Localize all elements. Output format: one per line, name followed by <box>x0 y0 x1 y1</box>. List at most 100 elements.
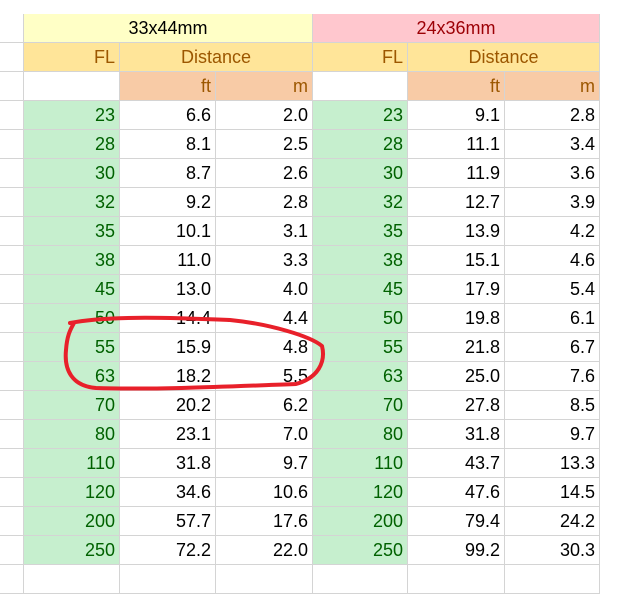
margin-cell[interactable] <box>0 217 24 246</box>
fl-cell-left[interactable]: 200 <box>24 507 120 536</box>
fl-cell-left[interactable]: 35 <box>24 217 120 246</box>
m-cell-left[interactable]: 7.0 <box>216 420 313 449</box>
margin-cell[interactable] <box>0 275 24 304</box>
empty-cell[interactable] <box>24 565 120 594</box>
empty-cell[interactable] <box>216 565 313 594</box>
group-header-33x44[interactable]: 33x44mm <box>24 14 313 43</box>
ft-cell-left[interactable]: 18.2 <box>120 362 216 391</box>
ft-cell-left[interactable]: 8.7 <box>120 159 216 188</box>
fl-cell-right[interactable]: 250 <box>313 536 408 565</box>
margin-cell[interactable] <box>0 304 24 333</box>
fl-cell-right[interactable]: 35 <box>313 217 408 246</box>
margin-cell[interactable] <box>0 420 24 449</box>
fl-cell-left[interactable]: 32 <box>24 188 120 217</box>
empty-cell[interactable] <box>408 565 505 594</box>
ft-cell-left[interactable]: 10.1 <box>120 217 216 246</box>
m-cell-right[interactable]: 5.4 <box>505 275 600 304</box>
margin-cell[interactable] <box>0 130 24 159</box>
margin-cell[interactable] <box>0 188 24 217</box>
m-cell-right[interactable]: 2.8 <box>505 101 600 130</box>
fl-cell-right[interactable]: 200 <box>313 507 408 536</box>
fl-header-left[interactable]: FL <box>24 43 120 72</box>
m-cell-left[interactable]: 4.8 <box>216 333 313 362</box>
ft-cell-right[interactable]: 15.1 <box>408 246 505 275</box>
fl-cell-left[interactable]: 55 <box>24 333 120 362</box>
fl-cell-left[interactable]: 80 <box>24 420 120 449</box>
m-cell-right[interactable]: 6.1 <box>505 304 600 333</box>
ft-cell-right[interactable]: 19.8 <box>408 304 505 333</box>
ft-cell-right[interactable]: 47.6 <box>408 478 505 507</box>
margin-cell[interactable] <box>0 333 24 362</box>
ft-cell-right[interactable]: 17.9 <box>408 275 505 304</box>
m-unit-header-right[interactable]: m <box>505 72 600 101</box>
ft-cell-left[interactable]: 11.0 <box>120 246 216 275</box>
m-cell-right[interactable]: 13.3 <box>505 449 600 478</box>
ft-cell-left[interactable]: 15.9 <box>120 333 216 362</box>
ft-cell-right[interactable]: 9.1 <box>408 101 505 130</box>
fl-cell-left[interactable]: 50 <box>24 304 120 333</box>
ft-cell-right[interactable]: 99.2 <box>408 536 505 565</box>
m-cell-right[interactable]: 6.7 <box>505 333 600 362</box>
m-cell-left[interactable]: 9.7 <box>216 449 313 478</box>
m-unit-header-left[interactable]: m <box>216 72 313 101</box>
margin-cell[interactable] <box>0 43 24 72</box>
m-cell-right[interactable]: 8.5 <box>505 391 600 420</box>
ft-cell-right[interactable]: 21.8 <box>408 333 505 362</box>
m-cell-left[interactable]: 2.8 <box>216 188 313 217</box>
m-cell-right[interactable]: 14.5 <box>505 478 600 507</box>
margin-cell[interactable] <box>0 101 24 130</box>
margin-cell[interactable] <box>0 507 24 536</box>
m-cell-left[interactable]: 2.5 <box>216 130 313 159</box>
fl-cell-right[interactable]: 28 <box>313 130 408 159</box>
empty-cell[interactable] <box>120 565 216 594</box>
margin-cell[interactable] <box>0 159 24 188</box>
m-cell-left[interactable]: 10.6 <box>216 478 313 507</box>
fl-cell-right[interactable]: 63 <box>313 362 408 391</box>
m-cell-right[interactable]: 3.9 <box>505 188 600 217</box>
m-cell-left[interactable]: 3.3 <box>216 246 313 275</box>
ft-cell-left[interactable]: 13.0 <box>120 275 216 304</box>
m-cell-left[interactable]: 5.5 <box>216 362 313 391</box>
fl-cell-left[interactable]: 70 <box>24 391 120 420</box>
ft-cell-right[interactable]: 31.8 <box>408 420 505 449</box>
fl-cell-right[interactable]: 120 <box>313 478 408 507</box>
margin-cell[interactable] <box>0 14 24 43</box>
margin-cell[interactable] <box>0 565 24 594</box>
ft-cell-left[interactable]: 34.6 <box>120 478 216 507</box>
distance-header-right[interactable]: Distance <box>408 43 600 72</box>
ft-unit-header-right[interactable]: ft <box>408 72 505 101</box>
fl-cell-left[interactable]: 45 <box>24 275 120 304</box>
margin-cell[interactable] <box>0 449 24 478</box>
ft-cell-right[interactable]: 43.7 <box>408 449 505 478</box>
ft-cell-left[interactable]: 23.1 <box>120 420 216 449</box>
empty-cell[interactable] <box>313 565 408 594</box>
fl-cell-right[interactable]: 38 <box>313 246 408 275</box>
fl-cell-right[interactable]: 110 <box>313 449 408 478</box>
ft-cell-left[interactable]: 20.2 <box>120 391 216 420</box>
fl-cell-right[interactable]: 32 <box>313 188 408 217</box>
m-cell-left[interactable]: 4.4 <box>216 304 313 333</box>
fl-header-right[interactable]: FL <box>313 43 408 72</box>
ft-cell-left[interactable]: 14.4 <box>120 304 216 333</box>
fl-cell-left[interactable]: 38 <box>24 246 120 275</box>
m-cell-right[interactable]: 9.7 <box>505 420 600 449</box>
empty-cell[interactable] <box>313 72 408 101</box>
ft-cell-right[interactable]: 13.9 <box>408 217 505 246</box>
ft-cell-right[interactable]: 11.9 <box>408 159 505 188</box>
ft-cell-left[interactable]: 72.2 <box>120 536 216 565</box>
ft-cell-left[interactable]: 6.6 <box>120 101 216 130</box>
fl-cell-right[interactable]: 55 <box>313 333 408 362</box>
fl-cell-left[interactable]: 110 <box>24 449 120 478</box>
fl-cell-right[interactable]: 50 <box>313 304 408 333</box>
m-cell-left[interactable]: 22.0 <box>216 536 313 565</box>
ft-cell-left[interactable]: 8.1 <box>120 130 216 159</box>
ft-cell-right[interactable]: 27.8 <box>408 391 505 420</box>
fl-cell-left[interactable]: 120 <box>24 478 120 507</box>
fl-cell-right[interactable]: 45 <box>313 275 408 304</box>
m-cell-left[interactable]: 4.0 <box>216 275 313 304</box>
ft-cell-right[interactable]: 11.1 <box>408 130 505 159</box>
empty-cell[interactable] <box>505 565 600 594</box>
ft-cell-left[interactable]: 57.7 <box>120 507 216 536</box>
fl-cell-left[interactable]: 28 <box>24 130 120 159</box>
fl-cell-left[interactable]: 63 <box>24 362 120 391</box>
